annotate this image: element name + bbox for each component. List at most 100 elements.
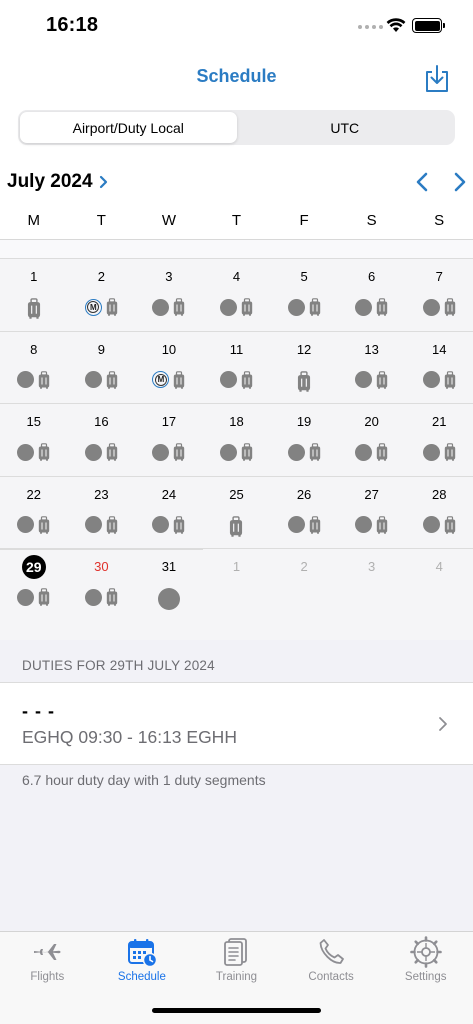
- duty-dot-icon: [152, 443, 170, 461]
- duty-dot-icon: [152, 298, 170, 316]
- day-number: 17: [161, 414, 177, 430]
- luggage-icon: [39, 588, 50, 607]
- export-icon[interactable]: [422, 62, 452, 94]
- calendar-day-cell[interactable]: 1: [0, 259, 68, 331]
- calendar-day-cell[interactable]: 30: [68, 549, 136, 621]
- calendar-day-cell[interactable]: 24: [135, 477, 203, 549]
- duty-dot-icon: [152, 516, 170, 534]
- calendar-day-cell[interactable]: 1: [203, 549, 271, 621]
- calendar-day-cell[interactable]: 4: [203, 259, 271, 331]
- chevron-right-icon: [99, 175, 107, 189]
- day-number: 10: [161, 341, 177, 357]
- chevron-right-icon: [439, 717, 447, 731]
- next-month-button[interactable]: [451, 171, 469, 193]
- day-markers: [405, 443, 473, 461]
- day-markers: [338, 370, 406, 389]
- calendar-top-strip: [0, 240, 473, 259]
- segment-utc[interactable]: UTC: [237, 112, 454, 143]
- day-number: 3: [165, 269, 173, 284]
- calendar-day-cell[interactable]: 5: [270, 259, 338, 331]
- calendar-day-cell[interactable]: 26: [270, 477, 338, 549]
- calendar-day-cell[interactable]: 8: [0, 332, 68, 404]
- calendar-day-cell[interactable]: 11: [203, 332, 271, 404]
- calendar-day-cell[interactable]: 28: [405, 477, 473, 549]
- duty-dot-icon: [422, 371, 440, 389]
- calendar-grid-area: 1 2 M 3 4 5 6 7 8 9 10 M 11 12 13 14 15 16 17 18 19 20 21 22 23 2…: [0, 240, 473, 640]
- day-markers: [270, 370, 338, 392]
- luggage-icon: [376, 515, 388, 534]
- month-end-divider: [0, 549, 203, 551]
- day-markers: [0, 515, 68, 534]
- calendar-day-cell[interactable]: 17: [135, 404, 203, 476]
- calendar-day-cell[interactable]: 20: [338, 404, 406, 476]
- calendar-day-cell[interactable]: 25: [203, 477, 271, 549]
- calendar-day-cell[interactable]: 10 M: [135, 332, 203, 404]
- luggage-icon: [297, 370, 311, 392]
- calendar-day-cell[interactable]: 3: [135, 259, 203, 331]
- segment-airport-duty-local[interactable]: Airport/Duty Local: [20, 112, 237, 143]
- calendar-day-cell[interactable]: 31: [135, 549, 203, 621]
- calendar-day-cell[interactable]: 27: [338, 477, 406, 549]
- calendar-day-cell[interactable]: 19: [270, 404, 338, 476]
- month-selector[interactable]: July 2024: [7, 171, 108, 193]
- duty-dot-icon: [287, 516, 305, 534]
- duty-dot-icon: [287, 298, 305, 316]
- weekday-label: T: [96, 212, 106, 229]
- day-number: 4: [435, 559, 443, 575]
- day-number: 28: [431, 486, 447, 502]
- duty-dot-icon: [355, 516, 373, 534]
- day-number: 7: [435, 269, 443, 284]
- calendar-day-cell[interactable]: 3: [338, 549, 406, 621]
- luggage-icon: [174, 443, 185, 461]
- day-markers: [203, 443, 271, 461]
- day-number: 5: [300, 269, 308, 284]
- day-markers: [270, 298, 338, 316]
- calendar-day-cell[interactable]: 13: [338, 332, 406, 404]
- tab-label: Settings: [404, 971, 447, 983]
- month-label: July 2024: [7, 171, 93, 192]
- calendar-day-cell[interactable]: 7: [405, 259, 473, 331]
- duty-dot-icon: [84, 588, 102, 606]
- luggage-icon: [106, 443, 118, 461]
- duty-dot-icon: [17, 588, 35, 606]
- tab-training[interactable]: Training: [189, 936, 284, 983]
- day-markers: [68, 588, 136, 607]
- calendar-day-cell[interactable]: 12: [270, 332, 338, 404]
- calendar-day-cell[interactable]: 15: [0, 404, 68, 476]
- previous-month-button[interactable]: [413, 171, 431, 193]
- luggage-icon: [241, 370, 253, 389]
- calendar-day-cell[interactable]: 23: [68, 477, 136, 549]
- day-number: 18: [229, 414, 244, 430]
- tab-contacts[interactable]: Contacts: [284, 936, 379, 983]
- tab-flights[interactable]: Flights: [0, 936, 95, 983]
- tab-settings[interactable]: Settings: [378, 936, 473, 983]
- day-number: 1: [30, 269, 38, 284]
- calendar-day-cell[interactable]: 6: [338, 259, 406, 331]
- calendar-day-cell[interactable]: 22: [0, 477, 68, 549]
- day-markers: [405, 298, 473, 316]
- calendar-day-cell[interactable]: 2M: [68, 259, 136, 331]
- calendar-day-cell[interactable]: 21: [405, 404, 473, 476]
- calendar-icon: [127, 939, 158, 968]
- duty-row[interactable]: - - - EGHQ 09:30 - 16:13 EGHH: [0, 682, 473, 765]
- tab-schedule[interactable]: Schedule: [95, 936, 190, 983]
- calendar-day-cell[interactable]: 14: [405, 332, 473, 404]
- day-markers: [338, 443, 406, 461]
- calendar-day-cell[interactable]: 16: [68, 404, 136, 476]
- calendar-day-cell[interactable]: 2: [270, 549, 338, 621]
- duty-dot-icon: [157, 588, 180, 611]
- duty-dot-icon: [84, 516, 102, 534]
- calendar-day-cell[interactable]: 18: [203, 404, 271, 476]
- day-markers: [135, 588, 203, 611]
- calendar-day-cell[interactable]: 4: [405, 549, 473, 621]
- airplane-icon: [34, 944, 61, 960]
- luggage-icon: [39, 370, 50, 389]
- day-number: 22: [26, 486, 42, 502]
- day-markers: [0, 588, 68, 607]
- calendar-week-row: 22 23 24 25 26 27 28: [0, 477, 473, 550]
- day-markers: [0, 443, 68, 461]
- home-indicator: [152, 1008, 321, 1013]
- battery-nub: [443, 23, 445, 28]
- calendar-day-cell[interactable]: 29: [0, 549, 68, 621]
- calendar-day-cell[interactable]: 9: [68, 332, 136, 404]
